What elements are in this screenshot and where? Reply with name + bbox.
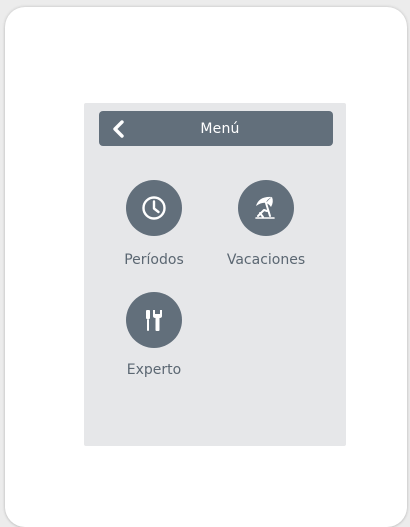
back-button[interactable] — [105, 114, 133, 143]
menu-screen: Menú Períodos Vacaciones Experto — [84, 103, 346, 446]
menu-item-periodos[interactable]: Períodos — [99, 180, 209, 268]
menu-label-experto: Experto — [126, 362, 182, 378]
experto-button[interactable] — [126, 292, 182, 348]
menu-item-vacaciones[interactable]: Vacaciones — [211, 180, 321, 268]
tools-icon — [146, 310, 162, 331]
header-bar: Menú — [99, 111, 333, 146]
beach-umbrella-icon — [255, 196, 275, 219]
menu-label-periodos: Períodos — [124, 252, 184, 268]
chevron-left-icon — [113, 119, 124, 138]
page-title: Menú — [200, 120, 240, 137]
thermostat-device: Menú Períodos Vacaciones Experto — [5, 7, 407, 527]
periodos-button[interactable] — [126, 180, 182, 236]
clock-icon — [142, 196, 166, 220]
menu-label-vacaciones: Vacaciones — [226, 252, 306, 268]
menu-item-experto[interactable]: Experto — [99, 292, 209, 378]
vacaciones-button[interactable] — [238, 180, 294, 236]
